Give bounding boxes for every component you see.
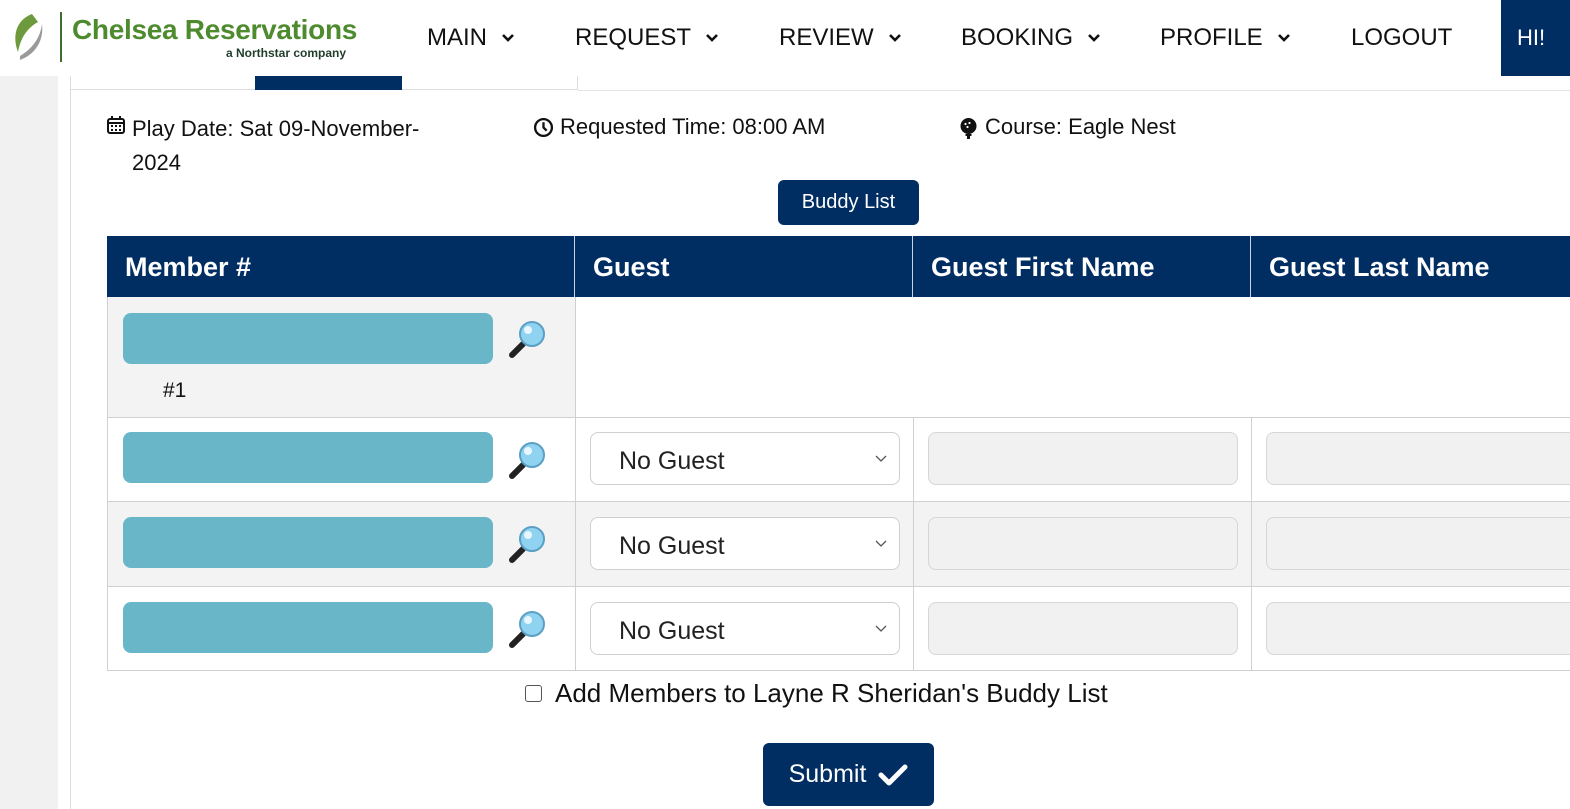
guest-first-name-input[interactable]	[928, 602, 1238, 655]
member-number-input[interactable]	[123, 313, 493, 364]
chevron-down-icon	[1088, 34, 1100, 42]
guest-select-value: No Guest	[619, 447, 725, 475]
nav-profile-label: PROFILE	[1160, 24, 1263, 51]
calendar-icon	[107, 116, 125, 134]
nav-review[interactable]: REVIEW	[779, 24, 902, 52]
header-guest: Guest	[575, 236, 913, 297]
nav-logout[interactable]: LOGOUT	[1351, 24, 1452, 52]
chevron-down-icon	[1277, 34, 1290, 42]
requested-time: Requested Time: 08:00 AM	[533, 114, 825, 140]
guest-first-name-cell	[914, 418, 1252, 501]
content-left-border	[70, 76, 71, 809]
course: Course: Eagle Nest	[958, 114, 1176, 140]
brand-name: Chelsea Reservations	[72, 14, 358, 45]
add-buddy-label: Add Members to Layne R Sheridan's Buddy …	[555, 678, 1108, 708]
top-navbar: Chelsea Reservations a Northstar company…	[0, 0, 1570, 76]
table-row: No Guest	[107, 418, 1570, 502]
requested-time-text: Requested Time: 08:00 AM	[560, 114, 826, 139]
guest-select[interactable]: No Guest	[590, 517, 900, 570]
guest-cell: No Guest	[576, 418, 914, 501]
guest-select[interactable]: No Guest	[590, 602, 900, 655]
chevron-down-icon	[502, 34, 514, 42]
guest-last-name-input[interactable]	[1266, 432, 1570, 485]
nav-review-label: REVIEW	[779, 24, 874, 51]
nav-main[interactable]: MAIN	[427, 24, 515, 52]
player-slot-label: #1	[163, 379, 187, 402]
chevron-down-icon	[888, 34, 901, 42]
play-date: Play Date: Sat 09-November-2024	[106, 112, 466, 180]
guest-last-name-cell	[1252, 587, 1570, 670]
guest-first-name-cell	[914, 502, 1252, 586]
course-text: Course: Eagle Nest	[985, 114, 1176, 139]
left-sidebar	[0, 76, 58, 809]
empty-guest-cell	[576, 297, 1570, 417]
magnifier-icon[interactable]	[506, 438, 550, 482]
add-buddy-checkbox[interactable]	[525, 685, 542, 702]
member-cell	[108, 418, 576, 501]
magnifier-icon[interactable]	[506, 607, 550, 651]
guest-cell: No Guest	[576, 587, 914, 670]
guest-first-name-input[interactable]	[928, 432, 1238, 485]
header-member-number: Member #	[107, 236, 575, 297]
member-cell	[108, 587, 576, 670]
add-buddy-option: Add Members to Layne R Sheridan's Buddy …	[525, 678, 1108, 709]
guest-first-name-cell	[914, 587, 1252, 670]
member-number-input[interactable]	[123, 432, 493, 483]
nav-booking[interactable]: BOOKING	[961, 24, 1101, 52]
guest-last-name-cell	[1252, 502, 1570, 586]
guest-select-value: No Guest	[619, 617, 725, 645]
chevron-down-icon	[875, 540, 887, 547]
table-row: No Guest	[107, 502, 1570, 587]
guest-last-name-input[interactable]	[1266, 602, 1570, 655]
submit-label: Submit	[788, 760, 867, 788]
table-row: No Guest	[107, 587, 1570, 671]
member-number-input[interactable]	[123, 602, 493, 653]
play-date-text: Play Date: Sat 09-November-2024	[132, 116, 420, 175]
magnifier-icon[interactable]	[506, 522, 550, 566]
nav-request-label: REQUEST	[575, 24, 692, 51]
logo-divider	[60, 12, 62, 62]
brand-tagline: a Northstar company	[226, 46, 347, 60]
nav-main-label: MAIN	[427, 24, 487, 51]
nav-logout-label: LOGOUT	[1351, 24, 1453, 51]
nav-request[interactable]: REQUEST	[575, 24, 719, 52]
member-number-input[interactable]	[123, 517, 493, 568]
chevron-down-icon	[875, 455, 887, 462]
header-guest-first-name: Guest First Name	[913, 236, 1251, 297]
guest-first-name-input[interactable]	[928, 517, 1238, 570]
chevron-down-icon	[706, 34, 718, 42]
guest-last-name-input[interactable]	[1266, 517, 1570, 570]
guest-cell: No Guest	[576, 502, 914, 586]
submit-button[interactable]: Submit	[763, 743, 934, 806]
logo-mark-icon	[15, 14, 43, 60]
member-cell	[108, 502, 576, 586]
member-cell: #1	[108, 297, 576, 417]
guest-select-value: No Guest	[619, 532, 725, 560]
guest-last-name-cell	[1252, 418, 1570, 501]
user-greeting[interactable]: HI!	[1501, 0, 1570, 76]
chevron-down-icon	[875, 625, 887, 632]
tab-active-indicator[interactable]	[255, 76, 402, 90]
table-header: Member # Guest Guest First Name Guest La…	[107, 236, 1570, 297]
table-row: #1	[107, 297, 1570, 418]
golf-ball-icon	[960, 118, 977, 139]
header-guest-last-name: Guest Last Name	[1269, 252, 1490, 282]
checkmark-icon	[878, 764, 908, 785]
guest-select[interactable]: No Guest	[590, 432, 900, 485]
clock-icon	[533, 117, 554, 138]
content-divider	[578, 90, 1570, 91]
nav-profile[interactable]: PROFILE	[1160, 24, 1291, 52]
nav-booking-label: BOOKING	[961, 24, 1074, 51]
buddy-list-button[interactable]: Buddy List	[778, 180, 919, 225]
magnifier-icon[interactable]	[506, 317, 550, 361]
